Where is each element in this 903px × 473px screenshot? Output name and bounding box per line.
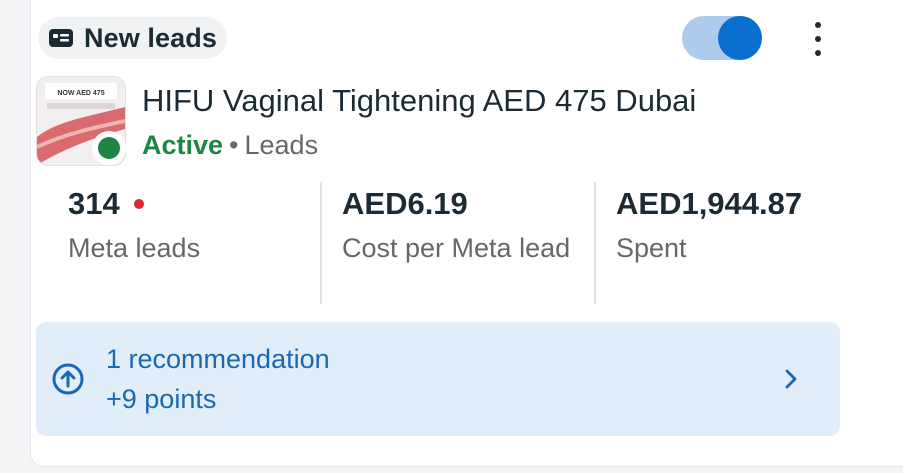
metric-value: 314 (68, 186, 298, 222)
campaign-status-line: Active • Leads (142, 130, 318, 161)
metric-value: AED6.19 (342, 186, 468, 221)
status-separator: • (229, 130, 239, 160)
metric-spent[interactable]: AED1,944.87 Spent (616, 186, 856, 268)
metric-label: Cost per Meta lead (342, 233, 571, 263)
metric-divider (594, 182, 596, 304)
campaign-toggle[interactable] (682, 16, 762, 60)
new-leads-badge: New leads (38, 17, 227, 59)
campaign-objective: Leads (244, 130, 319, 160)
metric-label: Spent (616, 233, 687, 263)
more-vertical-icon[interactable] (806, 22, 830, 56)
active-status-dot (92, 131, 126, 165)
badge-label: New leads (84, 22, 217, 53)
thumbnail-text: NOW AED 475 (57, 90, 104, 97)
chevron-right-icon (785, 369, 797, 389)
metric-value-text: 314 (68, 186, 120, 221)
metric-label: Meta leads (68, 233, 201, 263)
metric-value: AED1,944.87 (616, 186, 803, 221)
campaign-title[interactable]: HIFU Vaginal Tightening AED 475 Dubai (142, 83, 696, 119)
recommendation-banner[interactable]: 1 recommendation +9 points (36, 322, 840, 436)
metric-cost-per-lead[interactable]: AED6.19 Cost per Meta lead (342, 186, 572, 268)
metric-divider (320, 182, 322, 304)
metric-meta-leads[interactable]: 314 Meta leads (68, 186, 298, 268)
lead-form-icon (49, 29, 73, 47)
alert-dot (133, 199, 144, 209)
toggle-knob (718, 16, 762, 60)
status-active: Active (142, 130, 224, 160)
recommendation-points: +9 points (106, 384, 217, 414)
recommendation-title: 1 recommendation (106, 344, 330, 374)
arrow-up-circle-icon (52, 363, 84, 395)
